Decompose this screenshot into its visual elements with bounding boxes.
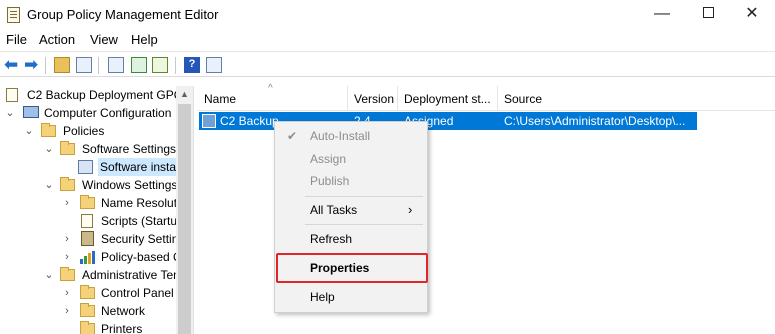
console-tree: C2 Backup Deployment GPO ⌄ Computer Conf…: [0, 86, 192, 334]
properties-highlight: [276, 253, 428, 283]
scrollbar-thumb[interactable]: [178, 104, 191, 334]
maximize-button[interactable]: [685, 0, 731, 30]
submenu-arrow-icon: ›: [408, 202, 413, 217]
up-folder-icon[interactable]: [54, 57, 70, 73]
menu-item-all-tasks[interactable]: All Tasks ›: [275, 199, 427, 221]
chevron-down-icon[interactable]: ⌄: [44, 176, 54, 194]
menu-view[interactable]: View: [90, 32, 118, 47]
column-header-version[interactable]: Version: [348, 86, 398, 111]
forward-arrow-icon[interactable]: ➡: [24, 56, 40, 73]
tree-label: Computer Configuration: [44, 106, 172, 120]
tree-label: Policies: [63, 124, 105, 138]
computer-icon: [23, 106, 39, 118]
export-list-icon[interactable]: [152, 57, 168, 73]
row-source: C:\Users\Administrator\Desktop\...: [504, 114, 686, 128]
menu-item-help[interactable]: Help: [275, 286, 427, 308]
tree-label: Control Panel: [101, 286, 174, 300]
back-arrow-icon[interactable]: ⬅: [4, 56, 20, 73]
security-settings-icon: [81, 231, 94, 246]
list-header: Name ^ Version Deployment st... Source: [198, 83, 775, 111]
gpo-icon: [6, 88, 18, 102]
tree-label: Windows Settings: [82, 178, 178, 192]
chevron-down-icon[interactable]: ⌄: [44, 266, 54, 284]
menu-item-auto-install: ✔ Auto-Install: [275, 125, 427, 147]
chevron-right-icon[interactable]: ›: [62, 284, 72, 302]
menu-separator: [305, 224, 423, 225]
chevron-right-icon[interactable]: ›: [62, 302, 72, 320]
menu-separator: [305, 196, 423, 197]
minimize-button[interactable]: —: [639, 0, 685, 30]
menu-bar: File Action View Help: [0, 30, 775, 50]
scroll-up-icon[interactable]: ▲: [176, 86, 193, 103]
menu-item-assign: Assign: [310, 152, 347, 166]
tree-label: Network: [101, 304, 146, 318]
toolbar: ⬅ ➡ ?: [0, 51, 775, 77]
tree-label: Software Settings: [82, 142, 177, 156]
tree-scrollbar[interactable]: ▲: [176, 86, 193, 334]
help-icon[interactable]: ?: [184, 57, 200, 73]
menu-help[interactable]: Help: [131, 32, 158, 47]
chevron-right-icon[interactable]: ›: [62, 194, 72, 212]
folder-icon: [80, 285, 95, 299]
window-title: Group Policy Management Editor: [27, 7, 219, 22]
folder-icon: [80, 321, 95, 334]
toolbar-separator: [45, 57, 46, 74]
chevron-down-icon[interactable]: ⌄: [24, 122, 34, 140]
menu-file[interactable]: File: [6, 32, 27, 47]
folder-icon: [41, 123, 56, 137]
checkmark-icon: ✔: [287, 129, 298, 143]
column-header-source[interactable]: Source: [498, 86, 775, 111]
menu-item-publish: Publish: [310, 174, 350, 188]
bar-chart-icon: [80, 251, 95, 264]
folder-icon: [60, 141, 75, 155]
folder-icon: [60, 267, 75, 281]
close-button[interactable]: ✕: [729, 0, 775, 30]
toolbar-separator: [98, 57, 99, 74]
menu-action[interactable]: Action: [39, 32, 75, 47]
chevron-right-icon[interactable]: ›: [62, 230, 72, 248]
package-icon: [202, 114, 216, 128]
maximize-icon: [702, 6, 714, 18]
folder-icon: [80, 303, 95, 317]
folder-icon: [80, 195, 95, 209]
show-hide-tree-icon[interactable]: [76, 57, 92, 73]
menu-item-refresh[interactable]: Refresh: [275, 228, 427, 250]
software-installation-icon: [78, 160, 93, 174]
chevron-right-icon[interactable]: ›: [62, 248, 72, 266]
tree-label: C2 Backup Deployment GPO: [27, 88, 184, 102]
chevron-down-icon[interactable]: ⌄: [44, 140, 54, 158]
view-icon[interactable]: [206, 57, 222, 73]
refresh-icon[interactable]: [131, 57, 147, 73]
sort-ascending-icon: ^: [268, 83, 273, 94]
chevron-down-icon[interactable]: ⌄: [5, 104, 15, 122]
properties-icon[interactable]: [108, 57, 124, 73]
column-header-deployment-state[interactable]: Deployment st...: [398, 86, 498, 111]
gpo-editor-app-icon: [7, 7, 20, 23]
title-bar: Group Policy Management Editor — ✕: [0, 0, 775, 30]
toolbar-separator: [175, 57, 176, 74]
script-icon: [81, 214, 93, 228]
tree-label: Printers: [101, 322, 143, 334]
folder-icon: [60, 177, 75, 191]
column-header-name[interactable]: Name: [198, 86, 348, 111]
context-menu: ✔ Auto-Install Assign Publish All Tasks …: [274, 121, 428, 313]
pane-splitter[interactable]: [193, 86, 198, 334]
